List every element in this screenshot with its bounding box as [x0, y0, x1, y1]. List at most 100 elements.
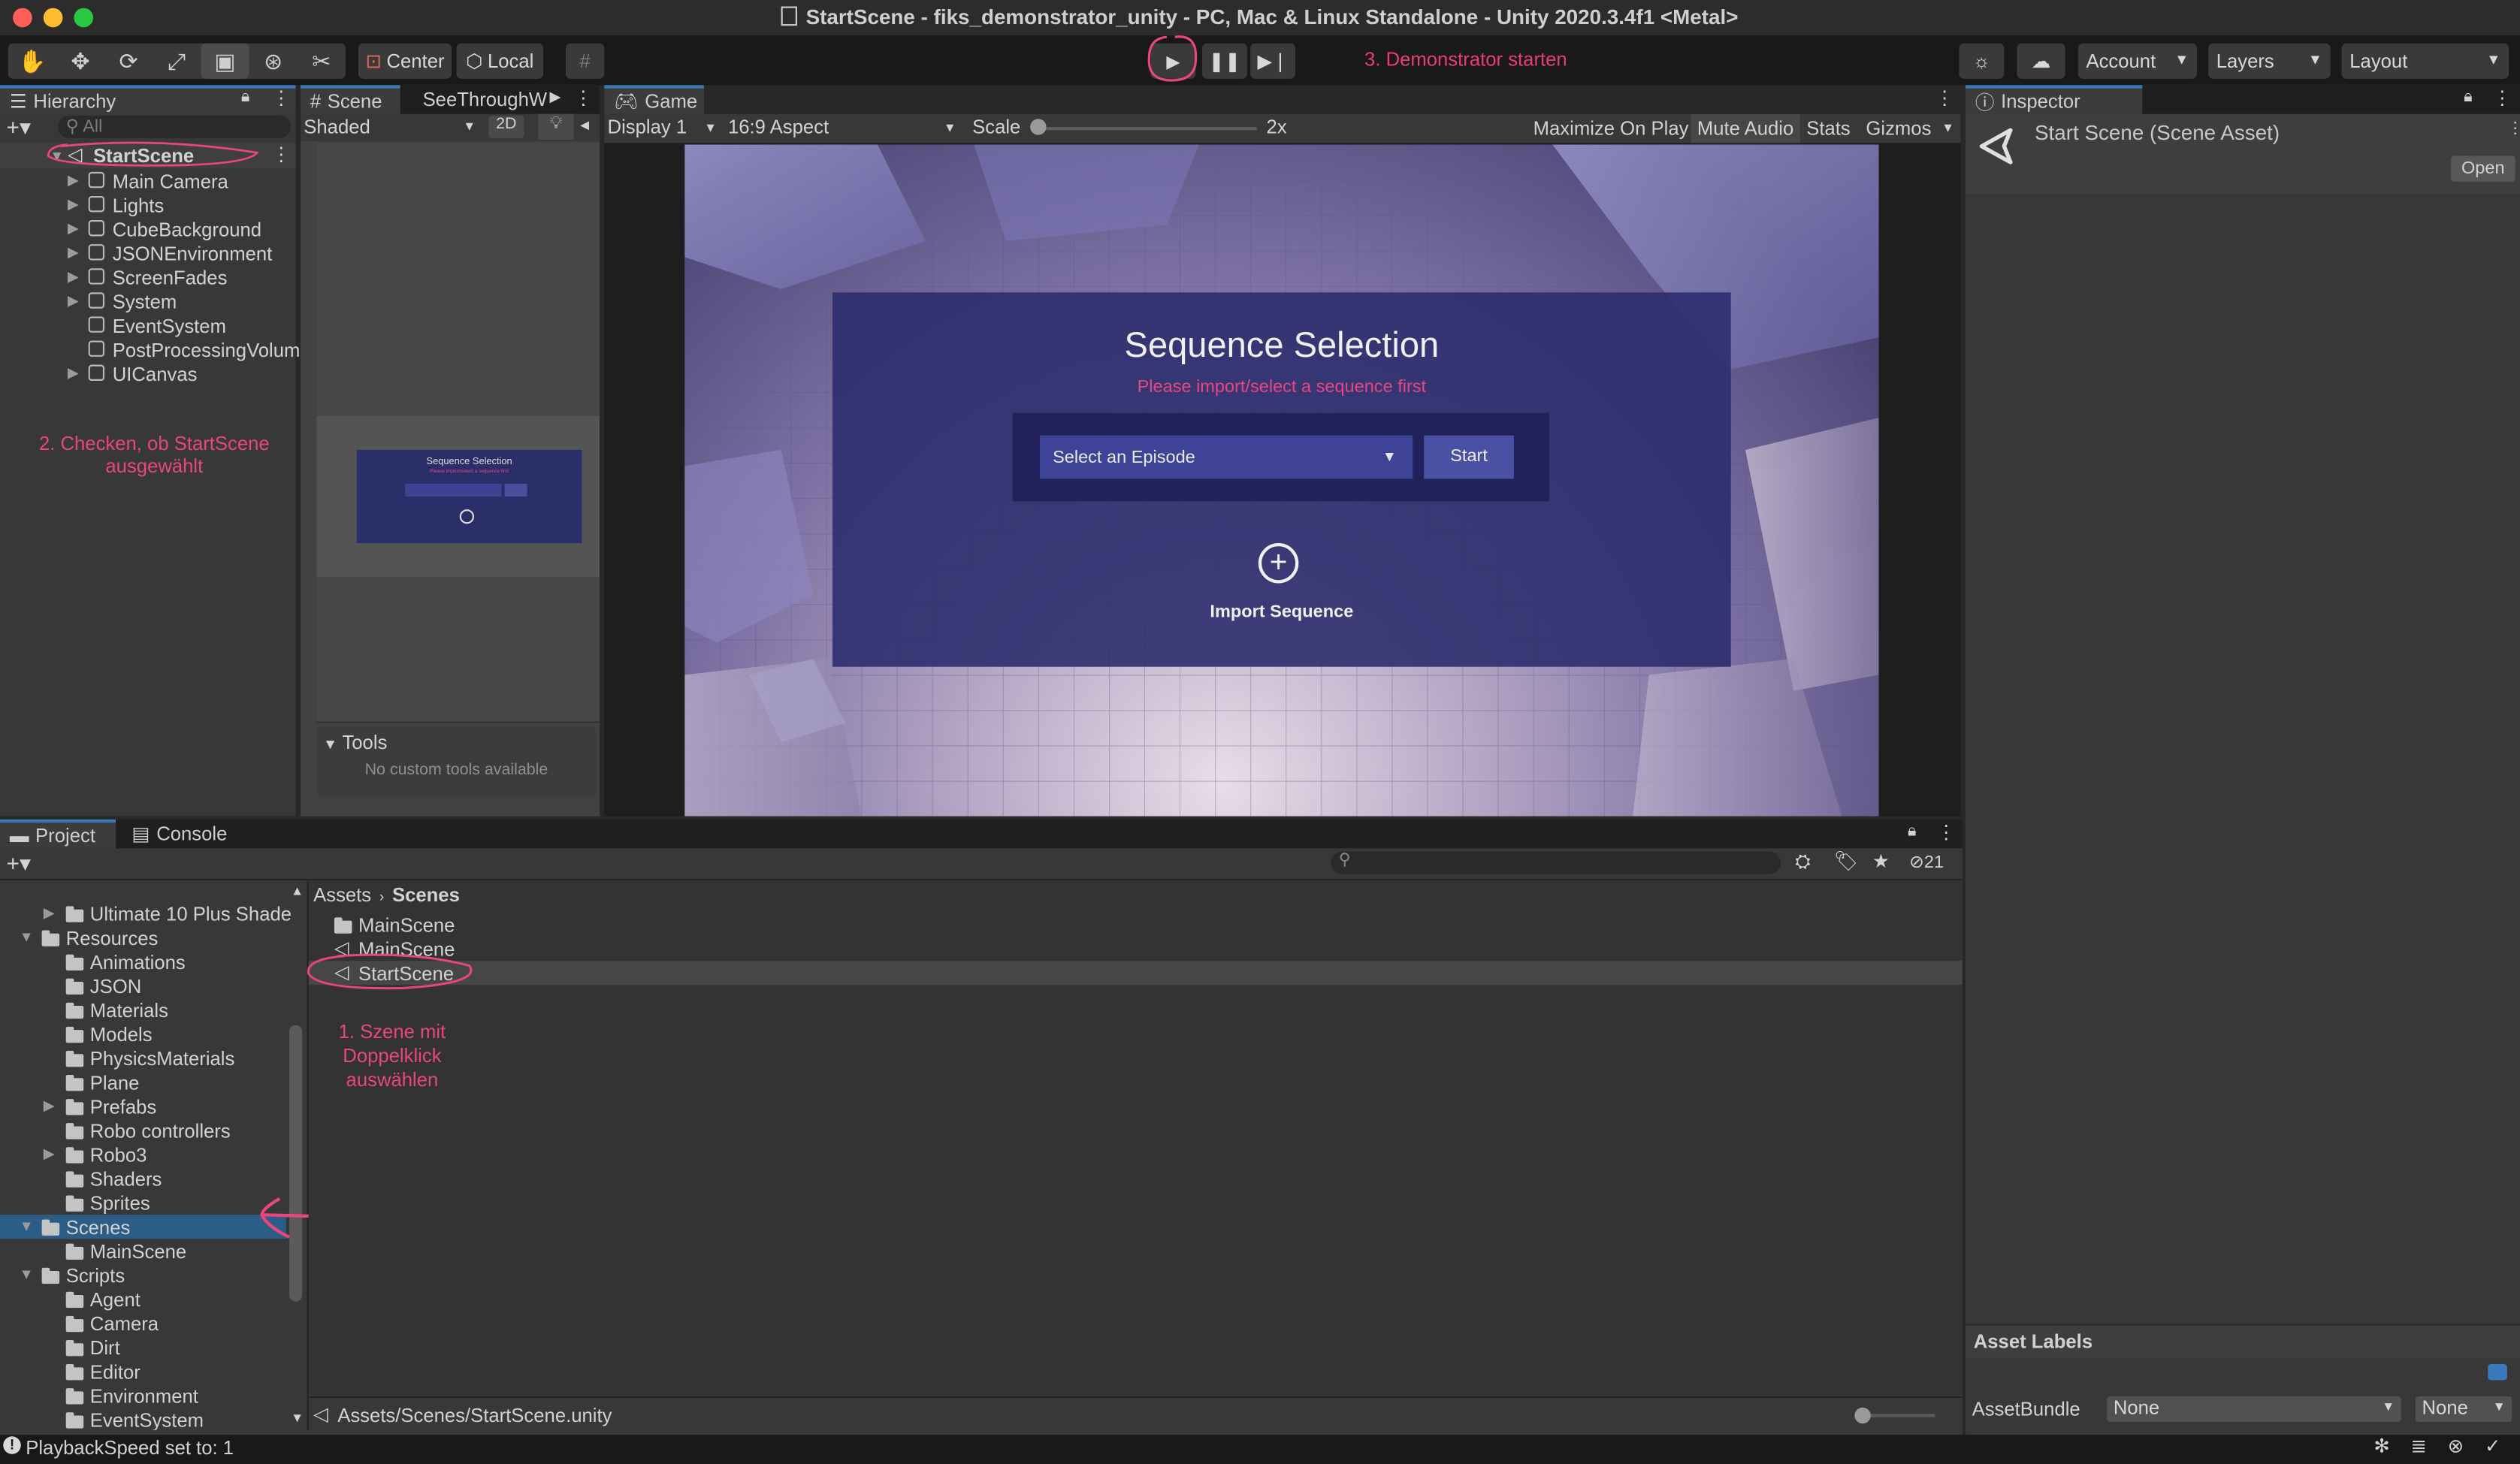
rotate-tool-icon[interactable]: ⟳ [104, 44, 153, 79]
folder-tree-item[interactable]: EventSystem [0, 1408, 286, 1430]
expand-arrow-icon[interactable]: ▶ [44, 1146, 55, 1164]
kebab-menu-icon[interactable]: ⋮ [271, 87, 291, 110]
asset-list-item[interactable]: ◁ StartScene [308, 961, 1963, 986]
tab-seethrough[interactable]: SeeThroughW [413, 85, 557, 114]
folder-tree-item[interactable]: Dirt [0, 1336, 286, 1360]
hierarchy-item[interactable]: ▶ Lights [0, 193, 296, 217]
tab-inspector[interactable]: ⓘ Inspector [1966, 85, 2143, 114]
folder-tree-item[interactable]: Robo controllers [0, 1118, 286, 1143]
label-tag-icon[interactable] [2488, 1364, 2507, 1381]
folder-tree-item[interactable]: ▶ Robo3 [0, 1143, 286, 1167]
filter-type-icon[interactable]: ⛭ [1795, 850, 1811, 874]
scale-slider-track[interactable] [1035, 126, 1257, 131]
lock-icon[interactable]: 🔒︎ [1908, 823, 1916, 841]
debug-icon[interactable]: ✻ [2373, 1435, 2390, 1457]
audio-toggle-icon[interactable]: ◂ [580, 114, 589, 135]
auto-gen-lighting-icon[interactable]: ⊗ [2448, 1435, 2464, 1457]
tools-header[interactable]: ▼ Tools [323, 731, 387, 753]
hierarchy-item[interactable]: ▶ ScreenFades [0, 265, 296, 289]
folder-tree-item[interactable]: Shaders [0, 1167, 286, 1191]
scroll-up-icon[interactable]: ▲ [291, 883, 304, 898]
project-search-input[interactable]: ⚲ [1331, 851, 1781, 874]
collapse-arrow-icon[interactable]: ▼ [20, 1218, 34, 1233]
assetbundle-variant-dropdown[interactable]: None ▼ [2415, 1396, 2512, 1423]
gizmos-dropdown[interactable]: Gizmos ▼ [1860, 114, 1959, 143]
cache-server-icon[interactable]: ≣ [2411, 1435, 2428, 1457]
folder-tree-item[interactable]: ▼ Resources [0, 925, 286, 949]
step-button[interactable]: ▶❘ [1250, 43, 1296, 79]
start-button[interactable]: Start [1424, 435, 1514, 479]
hierarchy-item[interactable]: PostProcessingVolum [0, 337, 300, 361]
folder-tree-item[interactable]: Sprites [0, 1191, 286, 1215]
expand-arrow-icon[interactable]: ▶ [44, 904, 55, 922]
filter-label-icon[interactable]: 🏷︎ [1834, 850, 1859, 873]
kebab-menu-icon[interactable]: ⋮ [1935, 87, 1954, 110]
tab-game[interactable]: 🎮︎ Game [604, 85, 704, 114]
custom-tool-icon[interactable]: ✂ [298, 44, 346, 79]
tab-hierarchy[interactable]: ☰ Hierarchy [0, 85, 296, 114]
scene-menu-icon[interactable]: ⋮ [271, 143, 291, 165]
lock-icon[interactable]: 🔒︎ [241, 89, 249, 107]
hierarchy-item[interactable]: ▶ Main Camera [0, 169, 296, 193]
hierarchy-item[interactable]: EventSystem [0, 313, 296, 337]
lock-icon[interactable]: 🔒︎ [2464, 89, 2472, 107]
episode-select-dropdown[interactable]: Select an Episode ▼ [1039, 435, 1413, 479]
folder-tree-item[interactable]: Materials [0, 998, 286, 1022]
scale-slider-thumb[interactable] [1030, 119, 1047, 135]
layers-dropdown[interactable]: Layers ▼ [2208, 43, 2331, 79]
transform-tool-icon[interactable]: ⊛ [249, 44, 298, 79]
move-tool-icon[interactable]: ✥ [56, 44, 104, 79]
kebab-menu-icon[interactable]: ⋮ [574, 87, 594, 110]
folder-tree-item[interactable]: Animations [0, 949, 286, 973]
maximize-on-play-toggle[interactable]: Maximize On Play [1527, 114, 1695, 143]
expand-arrow-icon[interactable]: ▶ [68, 196, 79, 214]
hierarchy-item[interactable]: ▶ CubeBackground [0, 217, 296, 241]
progress-check-icon[interactable]: ✓ [2485, 1435, 2501, 1457]
lighting-toggle-icon[interactable]: 💡︎ [538, 113, 574, 140]
kebab-menu-icon[interactable]: ⋮ [2493, 87, 2512, 110]
add-icon[interactable]: +▾ [7, 114, 32, 141]
expand-arrow-icon[interactable]: ▶ [68, 220, 79, 238]
import-plus-icon[interactable]: + [1258, 542, 1299, 584]
tab-scroll-icon[interactable]: ▶ [550, 89, 561, 107]
favorite-star-icon[interactable]: ★ [1872, 850, 1890, 873]
expand-arrow-icon[interactable]: ▶ [44, 1097, 55, 1115]
folder-tree-item[interactable]: MainScene [0, 1239, 286, 1263]
expand-arrow-icon[interactable]: ▶ [68, 172, 79, 190]
expand-arrow-icon[interactable]: ▶ [68, 268, 79, 286]
aspect-dropdown[interactable]: 16:9 Aspect ▼ [728, 116, 956, 138]
folder-tree-item[interactable]: ▼ Scripts [0, 1263, 286, 1287]
cloud-button[interactable]: ☁ [2017, 43, 2065, 79]
hierarchy-item[interactable]: ▶ System [0, 289, 296, 313]
folder-tree-item[interactable]: Environment [0, 1384, 286, 1408]
tree-scrollbar[interactable] [289, 1025, 303, 1302]
collapse-arrow-icon[interactable]: ▼ [20, 1266, 34, 1282]
asset-list-item[interactable]: MainScene [309, 913, 1963, 937]
scroll-down-icon[interactable]: ▼ [291, 1411, 304, 1425]
mute-audio-toggle[interactable]: Mute Audio [1691, 113, 1800, 143]
scene-viewport[interactable]: Sequence Selection Please import/select … [316, 143, 600, 722]
breadcrumb-assets[interactable]: Assets [313, 883, 371, 906]
status-message[interactable]: PlaybackSpeed set to: 1 [26, 1436, 234, 1459]
assetbundle-dropdown[interactable]: None ▼ [2107, 1396, 2401, 1423]
add-icon[interactable]: +▾ [7, 850, 32, 877]
stats-toggle[interactable]: Stats [1800, 114, 1857, 143]
pivot-local-button[interactable]: ⬡ Local [456, 43, 543, 79]
expand-arrow-icon[interactable]: ▶ [68, 292, 79, 310]
hierarchy-item[interactable]: ▶ UICanvas [0, 361, 296, 385]
shading-dropdown[interactable]: Shaded ▼ [304, 116, 479, 140]
kebab-menu-icon[interactable]: ⋮ [2507, 120, 2520, 138]
collab-button[interactable]: ☼ [1959, 43, 2005, 79]
import-sequence-label[interactable]: Import Sequence [832, 602, 1731, 622]
display-dropdown[interactable]: Display 1 ▼ [608, 116, 717, 138]
pivot-center-button[interactable]: ⊡ Center [358, 43, 452, 79]
hand-tool-icon[interactable]: ✋ [8, 44, 56, 79]
pause-button[interactable]: ❚❚ [1201, 43, 1247, 79]
layout-dropdown[interactable]: Layout ▼ [2341, 43, 2509, 79]
grid-snap-button[interactable]: # [565, 43, 605, 79]
hierarchy-item[interactable]: ▶ JSONEnvironment [0, 241, 296, 265]
folder-tree-item[interactable]: Editor [0, 1360, 286, 1384]
expand-arrow-icon[interactable]: ▶ [68, 244, 79, 262]
folder-tree-item[interactable]: ▼ Scenes [0, 1215, 286, 1239]
folder-tree-item[interactable]: JSON [0, 973, 286, 998]
